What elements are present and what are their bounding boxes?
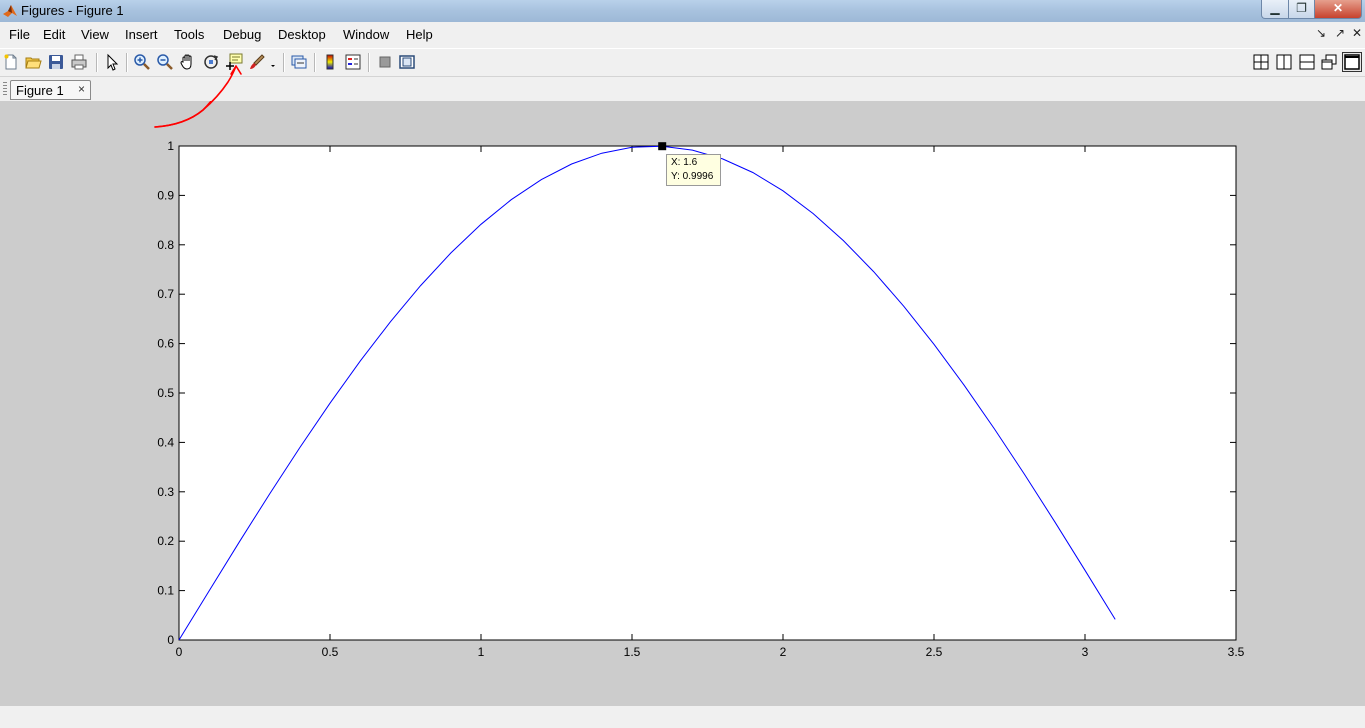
menu-insert[interactable]: Insert [125,27,158,42]
hide-plot-tools-icon[interactable] [376,53,394,71]
data-cursor-icon[interactable] [225,53,243,71]
figure-tab-bar: Figure 1 × [0,77,1365,100]
x-tick-label: 1.5 [624,645,641,659]
y-tick-label: 0.5 [157,386,174,400]
maximize-button[interactable]: ❐ [1288,0,1315,19]
title-bar: Figures - Figure 1 ▁ ❐ ✕ [0,0,1365,22]
x-tick-label: 1 [478,645,485,659]
show-plot-tools-icon[interactable] [398,53,416,71]
matlab-logo-icon [3,5,17,17]
dock-icon[interactable]: ↘ [1316,26,1326,40]
y-tick-label: 1 [167,139,174,153]
y-tick-label: 0.7 [157,287,174,301]
y-tick-label: 0 [167,633,174,647]
tab-label: Figure 1 [16,83,64,98]
datatip-marker[interactable] [658,142,667,151]
split-horizontal-icon[interactable] [1298,53,1316,71]
save-icon[interactable] [47,53,65,71]
y-tick-label: 0.1 [157,584,174,598]
brush-dropdown-icon[interactable] [268,53,278,71]
menu-tools[interactable]: Tools [174,27,204,42]
toolbar-separator [314,53,316,72]
y-tick-label: 0.3 [157,485,174,499]
tab-figure-1[interactable]: Figure 1 × [10,80,91,100]
zoom-out-icon[interactable] [156,53,174,71]
open-file-icon[interactable] [24,53,42,71]
minimize-button[interactable]: ▁ [1261,0,1289,19]
figure-canvas[interactable]: 0 0.5 1 1.5 2 2.5 3 3.5 0 0.1 0.2 0.3 0.4 0.5 0.6 0.7 0.… [0,101,1365,706]
red-annotation-arrow [154,101,213,128]
drag-grip-icon[interactable] [3,82,7,95]
undock-icon[interactable]: ↗ [1335,26,1345,40]
x-tick-label: 0.5 [322,645,339,659]
toolbar-separator [368,53,370,72]
split-vertical-icon[interactable] [1275,53,1293,71]
y-tick-label: 0.9 [157,188,174,202]
menu-window[interactable]: Window [343,27,389,42]
close-button[interactable]: ✕ [1314,0,1362,19]
y-tick-label: 0.8 [157,238,174,252]
colorbar-icon[interactable] [321,53,339,71]
x-tick-label: 3 [1082,645,1089,659]
y-tick-label: 0.4 [157,435,174,449]
legend-icon[interactable] [344,53,362,71]
link-plot-icon[interactable] [290,53,308,71]
y-tick-label: 0.6 [157,337,174,351]
print-icon[interactable] [70,53,88,71]
menu-bar: File Edit View Insert Tools Debug Deskto… [0,22,1365,46]
zoom-in-icon[interactable] [133,53,151,71]
x-tick-label: 2 [780,645,787,659]
float-icon[interactable] [1320,53,1338,71]
menu-debug[interactable]: Debug [223,27,261,42]
x-tick-label: 2.5 [926,645,943,659]
menu-help[interactable]: Help [406,27,433,42]
new-figure-icon[interactable] [2,53,20,71]
figure-toolbar [0,48,1365,77]
datatip-box[interactable]: X: 1.6 Y: 0.9996 [666,154,721,186]
menu-edit[interactable]: Edit [43,27,65,42]
rotate-3d-icon[interactable] [202,53,220,71]
menu-desktop[interactable]: Desktop [278,27,326,42]
datatip-y-text: Y: 0.9996 [671,171,714,182]
x-tick-label: 0 [176,645,183,659]
toolbar-separator [126,53,128,72]
brush-icon[interactable] [248,53,266,71]
datatip-x-text: X: 1.6 [671,157,698,168]
pan-hand-icon[interactable] [179,53,197,71]
maximize-icon[interactable] [1342,52,1362,72]
plot-svg[interactable]: 0 0.5 1 1.5 2 2.5 3 3.5 0 0.1 0.2 0.3 0.4 0.5 0.6 0.7 0.… [0,101,1365,706]
toolbar-separator [96,53,98,72]
status-strip [0,706,1365,728]
tile-grid-icon[interactable] [1252,53,1270,71]
menu-view[interactable]: View [81,27,109,42]
window-title: Figures - Figure 1 [21,3,124,18]
menu-file[interactable]: File [9,27,30,42]
edit-plot-arrow-icon[interactable] [103,53,121,71]
toolbar-separator [283,53,285,72]
y-tick-label: 0.2 [157,534,174,548]
tab-close-icon[interactable]: × [78,82,85,96]
close-figure-icon[interactable]: ✕ [1352,26,1362,40]
x-tick-label: 3.5 [1228,645,1245,659]
